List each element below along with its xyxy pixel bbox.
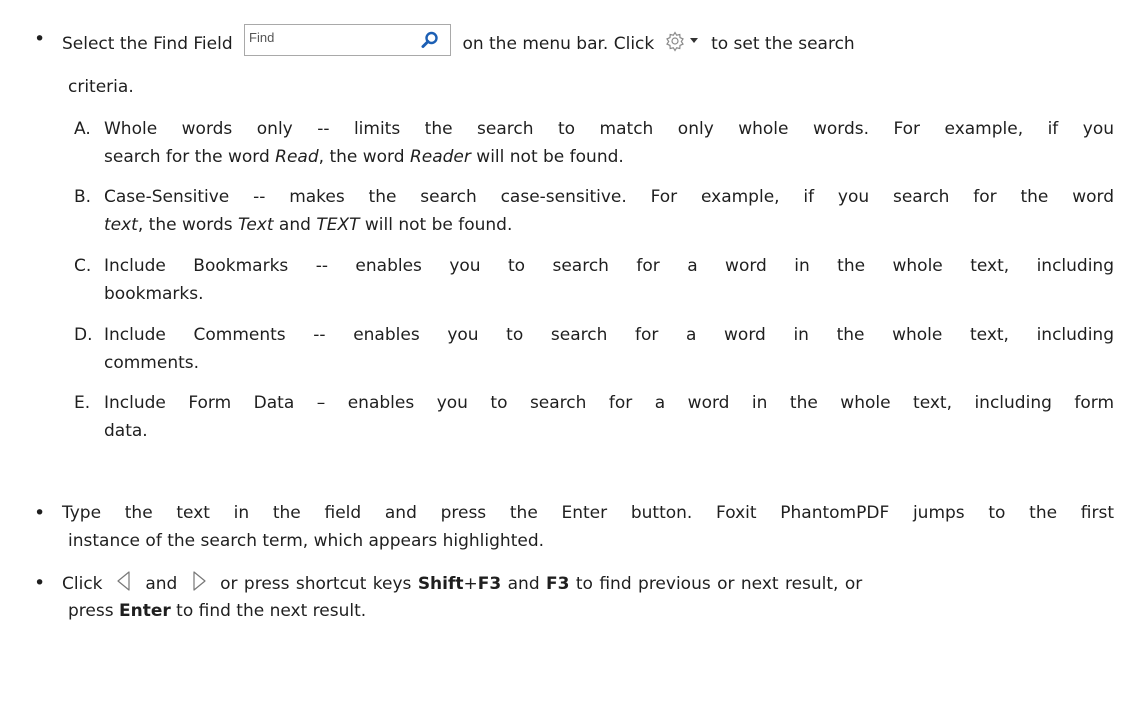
option-label: Whole words only <box>104 119 293 139</box>
paragraph-find-field: Select the Find Field Find on the menu b… <box>62 24 1114 60</box>
text: or press shortcut keys <box>220 574 412 594</box>
italic-term: Reader <box>409 147 471 167</box>
option-marker: C. <box>74 256 92 276</box>
option-c-line1: Include Bookmarks -- enables you to sear… <box>104 255 1114 277</box>
text: -- makes the search case-sensitive. For … <box>229 187 1114 207</box>
option-label: Case-Sensitive <box>104 187 230 207</box>
text: -- limits the search to match only whole… <box>292 119 1115 139</box>
text: , the word <box>318 147 410 167</box>
text: to set the search <box>711 34 855 54</box>
text: will not be found. <box>359 215 513 235</box>
text: search for the word <box>104 147 276 167</box>
paragraph-navigation-line2: press Enter to find the next result. <box>68 600 366 622</box>
text: , the words <box>137 215 239 235</box>
text: to find previous or next result, or <box>575 574 863 594</box>
gear-icon <box>665 31 698 52</box>
text: Click <box>62 574 103 594</box>
option-b-line1: Case-Sensitive -- makes the search case-… <box>104 186 1114 208</box>
bullet: • <box>34 502 46 524</box>
text: to find the next result. <box>170 601 367 621</box>
option-marker: E. <box>74 393 91 413</box>
previous-result-icon <box>117 571 130 591</box>
text: press <box>68 601 119 621</box>
text: bookmarks. <box>104 284 204 304</box>
option-e-line1: Include Form Data – enables you to searc… <box>104 392 1114 414</box>
italic-term: text <box>104 215 138 235</box>
paragraph-type-text: Type the text in the field and press the… <box>62 503 1114 523</box>
option-marker: D. <box>74 325 93 345</box>
option-a-line2: search for the word Read, the word Reade… <box>104 146 624 168</box>
text: criteria. <box>68 77 134 97</box>
text: and <box>273 215 317 235</box>
text: and <box>145 574 178 594</box>
text: will not be found. <box>470 147 624 167</box>
option-label: Include Form Data <box>104 393 295 413</box>
text: on the menu bar. Click <box>462 34 655 54</box>
option-label: Include Bookmarks <box>104 256 289 276</box>
text: comments. <box>104 353 200 373</box>
text: and <box>507 574 540 594</box>
bullet: • <box>34 28 46 50</box>
option-marker: A. <box>74 119 91 139</box>
bullet: • <box>34 572 46 594</box>
option-b-line2: text, the words Text and TEXT will not b… <box>104 214 512 236</box>
paragraph-navigation: Click and or press shortcut keys Shift+F… <box>62 571 1114 596</box>
text: -- enables you to search for a word in t… <box>285 325 1115 345</box>
shortcut-key: F3 <box>546 574 570 594</box>
search-icon <box>421 31 438 48</box>
italic-term: Text <box>238 215 274 235</box>
text: instance of the search term, which appea… <box>68 531 545 551</box>
find-field-illustration: Find <box>244 24 452 56</box>
option-a-line1: Whole words only -- limits the search to… <box>104 118 1114 140</box>
shortcut-key: Shift <box>417 574 464 594</box>
text: Select the Find Field <box>62 34 233 54</box>
option-d-line1: Include Comments -- enables you to searc… <box>104 324 1114 346</box>
option-label: Include Comments <box>104 325 286 345</box>
next-result-icon <box>193 571 206 591</box>
text: -- enables you to search for a word in t… <box>288 256 1115 276</box>
option-marker: B. <box>74 187 92 207</box>
italic-term: Read <box>275 147 319 167</box>
text: data. <box>104 421 148 441</box>
italic-term: TEXT <box>316 215 360 235</box>
text: – enables you to search for a word in th… <box>294 393 1115 413</box>
shortcut-key: F3 <box>477 574 502 594</box>
document-page: • Select the Find Field Find on the menu… <box>0 0 1128 728</box>
find-placeholder: Find <box>249 30 275 45</box>
text: + <box>463 574 478 594</box>
shortcut-key: Enter <box>118 601 171 621</box>
